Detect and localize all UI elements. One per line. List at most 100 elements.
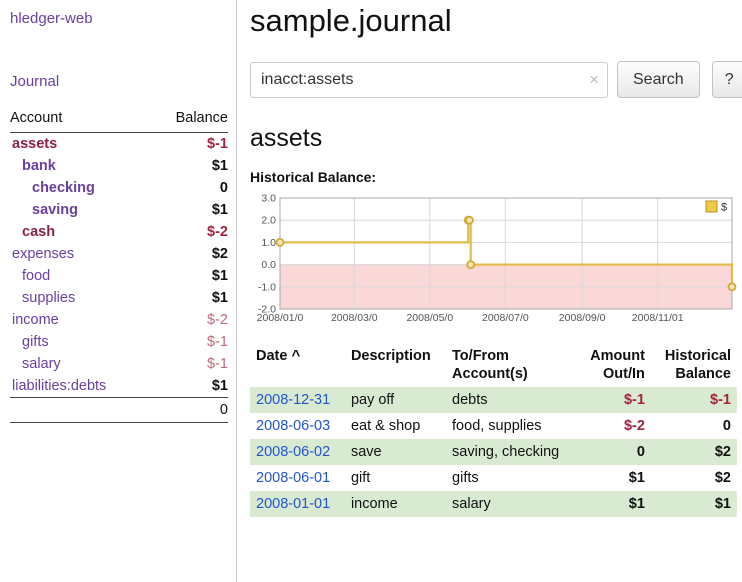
accounts-header-account: Account: [10, 106, 151, 133]
balance-cell: $1: [651, 491, 737, 517]
journal-link[interactable]: Journal: [10, 73, 228, 90]
amount-cell: $1: [577, 465, 651, 491]
account-link-salary[interactable]: salary: [22, 356, 61, 372]
svg-text:2008/09/0: 2008/09/0: [559, 312, 606, 324]
page-title: sample.journal: [250, 2, 742, 39]
search-input[interactable]: [250, 62, 608, 98]
accounts-cell: food, supplies: [446, 413, 577, 439]
transaction-row: 2008-01-01incomesalary$1$1: [250, 491, 737, 517]
account-link-expenses[interactable]: expenses: [12, 246, 74, 262]
account-name-cell: cash: [10, 221, 151, 243]
accounts-cell: saving, checking: [446, 439, 577, 465]
accounts-cell: salary: [446, 491, 577, 517]
register-table: Date ^DescriptionTo/FromAccount(s)Amount…: [250, 345, 737, 517]
account-balance: $-2: [151, 309, 228, 331]
balance-chart-svg: 3.02.01.00.0-1.0-2.02008/01/02008/03/020…: [250, 191, 737, 329]
account-row: income $-2: [10, 309, 228, 331]
account-balance: $1: [151, 375, 228, 398]
account-link-supplies[interactable]: supplies: [22, 290, 75, 306]
account-balance: $-1: [151, 133, 228, 156]
register-header-to-from: To/FromAccount(s): [446, 345, 577, 387]
register-header-row: Date ^DescriptionTo/FromAccount(s)Amount…: [250, 345, 737, 387]
account-heading: assets: [250, 124, 742, 153]
chart-title: Historical Balance:: [250, 169, 742, 185]
description-cell: save: [345, 439, 446, 465]
date-cell: 2008-06-01: [250, 465, 345, 491]
account-link-gifts[interactable]: gifts: [22, 334, 49, 350]
svg-text:2008/11/01: 2008/11/01: [632, 312, 684, 324]
transaction-row: 2008-06-02savesaving, checking0$2: [250, 439, 737, 465]
account-link-checking[interactable]: checking: [32, 180, 95, 196]
account-row: checking 0: [10, 177, 228, 199]
account-balance: $-1: [151, 331, 228, 353]
account-name-cell: food: [10, 265, 151, 287]
search-button[interactable]: Search: [617, 61, 700, 98]
account-row: saving $1: [10, 199, 228, 221]
accounts-header-row: Account Balance: [10, 106, 228, 133]
account-link-liabilities-debts[interactable]: liabilities:debts: [12, 378, 106, 394]
transaction-row: 2008-06-03eat & shopfood, supplies$-20: [250, 413, 737, 439]
date-link[interactable]: 2008-06-02: [256, 444, 330, 460]
help-button[interactable]: ?: [712, 61, 742, 98]
date-cell: 2008-12-31: [250, 387, 345, 413]
date-cell: 2008-01-01: [250, 491, 345, 517]
account-name-cell: expenses: [10, 243, 151, 265]
register-header-date[interactable]: Date ^: [250, 345, 345, 387]
description-cell: gift: [345, 465, 446, 491]
account-name-cell: salary: [10, 353, 151, 375]
date-link[interactable]: 2008-06-01: [256, 470, 330, 486]
account-name-cell: supplies: [10, 287, 151, 309]
account-name-cell: income: [10, 309, 151, 331]
account-name-cell: bank: [10, 155, 151, 177]
account-link-bank[interactable]: bank: [22, 158, 56, 174]
balance-cell: $2: [651, 465, 737, 491]
date-link[interactable]: 2008-06-03: [256, 418, 330, 434]
balance-cell: 0: [651, 413, 737, 439]
account-name-cell: gifts: [10, 331, 151, 353]
app-title-link[interactable]: hledger-web: [10, 10, 228, 27]
transaction-row: 2008-06-01 giftgifts$1$2: [250, 465, 737, 491]
transaction-row: 2008-12-31pay offdebts$-1$-1: [250, 387, 737, 413]
svg-text:2008/03/0: 2008/03/0: [331, 312, 378, 324]
hledger-web-app: hledger-web Journal Account Balance asse…: [0, 0, 742, 582]
amount-cell: $-1: [577, 387, 651, 413]
register-header-amount: AmountOut/In: [577, 345, 651, 387]
accounts-total-value: 0: [151, 398, 228, 423]
description-cell: pay off: [345, 387, 446, 413]
account-balance: $1: [151, 155, 228, 177]
date-link[interactable]: 2008-01-01: [256, 496, 330, 512]
register-header-description: Description: [345, 345, 446, 387]
accounts-total-row: 0: [10, 398, 228, 423]
account-link-saving[interactable]: saving: [32, 202, 78, 218]
account-link-assets[interactable]: assets: [12, 136, 57, 152]
account-row: gifts $-1: [10, 331, 228, 353]
main-content: sample.journal × Search ? assets Histori…: [237, 0, 742, 582]
clear-search-icon[interactable]: ×: [589, 70, 599, 90]
account-balance: 0: [151, 177, 228, 199]
account-row: supplies$1: [10, 287, 228, 309]
balance-cell: $2: [651, 439, 737, 465]
svg-text:3.0: 3.0: [261, 193, 276, 205]
search-box: ×: [250, 62, 608, 98]
accounts-total-spacer: [10, 398, 151, 423]
accounts-cell: gifts: [446, 465, 577, 491]
account-name-cell: assets: [10, 133, 151, 156]
date-link[interactable]: 2008-12-31: [256, 392, 330, 408]
historical-balance-chart: 3.02.01.00.0-1.0-2.02008/01/02008/03/020…: [250, 191, 742, 329]
account-link-income[interactable]: income: [12, 312, 59, 328]
amount-cell: $-2: [577, 413, 651, 439]
account-link-food[interactable]: food: [22, 268, 50, 284]
amount-cell: $1: [577, 491, 651, 517]
account-balance: $1: [151, 199, 228, 221]
balance-cell: $-1: [651, 387, 737, 413]
account-name-cell: saving: [10, 199, 151, 221]
register-header-historical: HistoricalBalance: [651, 345, 737, 387]
svg-text:2008/05/0: 2008/05/0: [406, 312, 453, 324]
svg-text:2008/07/0: 2008/07/0: [482, 312, 529, 324]
accounts-cell: debts: [446, 387, 577, 413]
account-link-cash[interactable]: cash: [22, 224, 55, 240]
account-balance: $-1: [151, 353, 228, 375]
date-cell: 2008-06-03: [250, 413, 345, 439]
account-balance: $1: [151, 265, 228, 287]
svg-text:1.0: 1.0: [261, 237, 276, 249]
